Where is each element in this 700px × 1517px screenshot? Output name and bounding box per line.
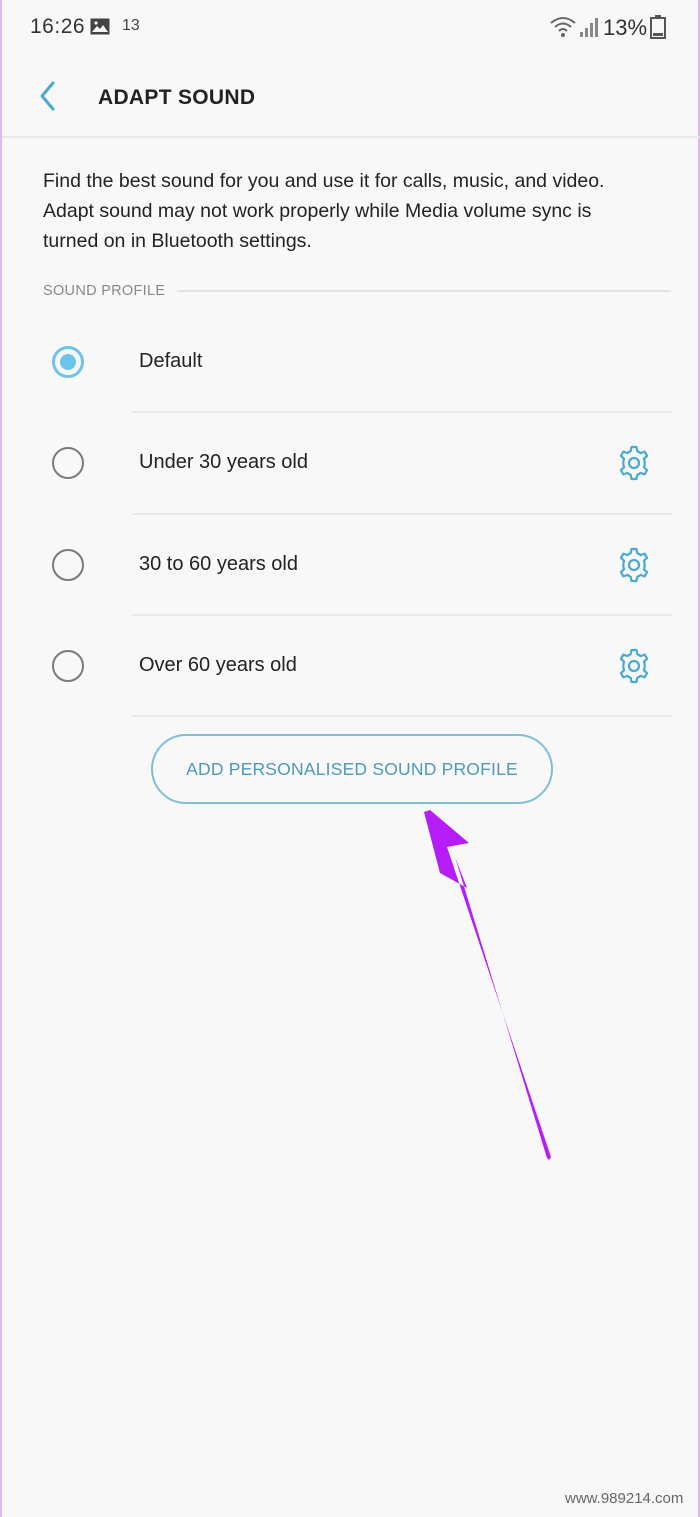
option-label: Under 30 years old xyxy=(139,451,308,473)
back-button[interactable] xyxy=(32,78,66,114)
description-line: Find the best sound for you and use it f… xyxy=(43,170,605,192)
section-title: SOUND PROFILE xyxy=(43,283,166,299)
gear-icon[interactable] xyxy=(615,546,653,584)
row-divider xyxy=(132,715,672,717)
radio-button[interactable] xyxy=(52,650,84,682)
gear-icon[interactable] xyxy=(615,444,653,482)
battery-icon xyxy=(650,15,666,39)
page-title: ADAPT SOUND xyxy=(98,86,256,109)
chevron-left-icon xyxy=(40,81,55,111)
section-divider xyxy=(177,290,671,292)
option-label: 30 to 60 years old xyxy=(139,553,298,575)
option-label: Default xyxy=(139,350,203,372)
signal-icon xyxy=(580,18,598,37)
gear-icon[interactable] xyxy=(615,647,653,685)
section-header: SOUND PROFILE xyxy=(43,280,671,302)
battery-percent: 13% xyxy=(603,15,648,40)
image-icon xyxy=(90,18,110,35)
annotation-arrow xyxy=(424,810,551,1160)
option-default[interactable]: Default xyxy=(2,312,700,412)
radio-button[interactable] xyxy=(52,549,84,581)
wifi-icon xyxy=(550,17,576,37)
option-label: Over 60 years old xyxy=(139,654,297,676)
status-bar: 16:26 13 13% xyxy=(2,0,700,56)
status-time: 16:26 xyxy=(30,15,86,38)
description-line: turned on in Bluetooth settings. xyxy=(43,230,312,252)
option-under-30[interactable]: Under 30 years old xyxy=(2,413,700,513)
radio-button-selected[interactable] xyxy=(52,346,84,378)
radio-button[interactable] xyxy=(52,447,84,479)
description-text: Find the best sound for you and use it f… xyxy=(43,166,673,256)
app-header: ADAPT SOUND xyxy=(2,56,700,138)
option-over-60[interactable]: Over 60 years old xyxy=(2,616,700,716)
screen: 16:26 13 13% ADAPT SOUND Find the best s… xyxy=(0,0,700,1517)
watermark-text: www.989214.com xyxy=(565,1490,684,1507)
description-line: Adapt sound may not work properly while … xyxy=(43,200,592,222)
notification-count: 13 xyxy=(122,17,140,34)
option-30-to-60[interactable]: 30 to 60 years old xyxy=(2,515,700,615)
add-personalised-sound-profile-button[interactable]: ADD PERSONALISED SOUND PROFILE xyxy=(151,734,553,804)
